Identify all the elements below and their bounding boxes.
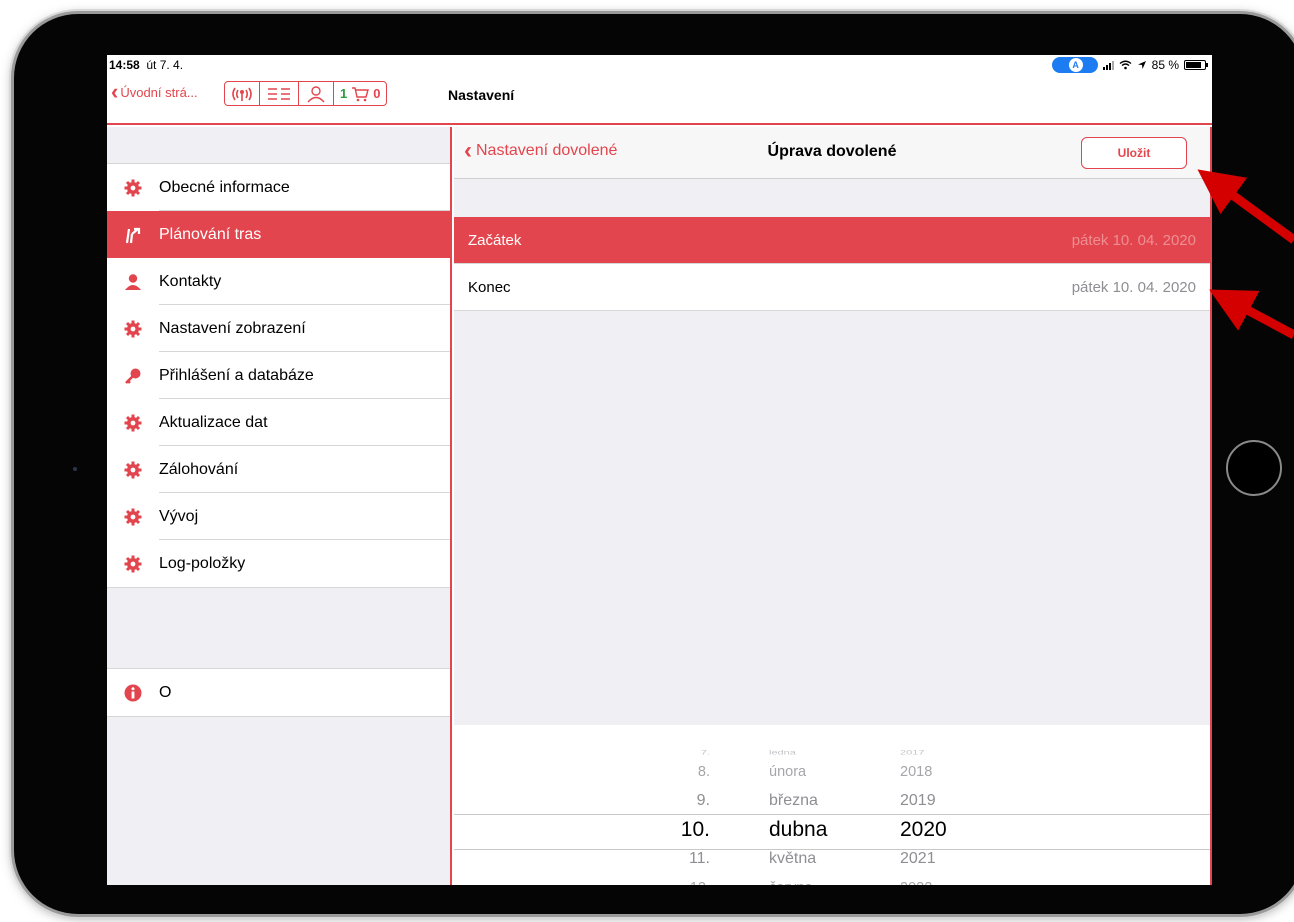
camera-icon [73,467,77,471]
start-date-value: pátek 10. 04. 2020 [1071,231,1196,249]
gear-icon [107,414,159,432]
start-date-label: Začátek [468,231,522,249]
picker-month: února [769,764,807,780]
top-navigation-bar: ‹ Úvodní strá... 1 0 Nastavení [107,77,1212,125]
person-icon [107,273,159,291]
route-icon [107,226,159,244]
chevron-left-icon: ‹ [111,79,119,104]
picker-month: dubna [769,818,828,841]
location-badge: A [1068,58,1083,72]
battery-icon [1184,60,1208,70]
cart-green-count: 1 [340,86,348,101]
sidebar-item-general[interactable]: Obecné informace [107,164,450,211]
gear-icon [107,461,159,479]
toolbar-group: 1 0 [224,81,388,106]
picker-year: 2017 [900,749,925,757]
info-icon [107,684,159,702]
sidebar-item-about[interactable]: O [107,669,450,716]
gear-icon [107,179,159,197]
date-rows: Začátek pátek 10. 04. 2020 Konec pátek 1… [454,217,1210,311]
save-button[interactable]: Uložit [1081,137,1187,169]
picker-row[interactable]: 9. března 2019 [454,788,1210,814]
end-date-value: pátek 10. 04. 2020 [1071,278,1196,296]
picker-year: 2021 [900,850,936,867]
signal-icon [1102,60,1114,70]
sidebar-item-display-settings[interactable]: Nastavení zobrazení [107,305,450,352]
picker-month: května [769,850,817,867]
sidebar-item-label: Nastavení zobrazení [159,319,306,337]
list-icon [268,87,290,100]
picker-month: ledna [769,749,796,757]
broadcast-button[interactable] [225,82,260,105]
sidebar-item-label: Plánování tras [159,225,262,243]
start-date-row[interactable]: Začátek pátek 10. 04. 2020 [454,217,1210,264]
picker-year: 2020 [900,818,947,841]
location-pill-icon: A [1051,57,1098,73]
picker-day: 7. [700,749,710,757]
status-clock: 14:58 út 7. 4. [109,58,183,72]
location-arrow-icon [1137,61,1146,69]
picker-day: 9. [696,792,710,809]
person-icon [307,85,325,102]
sidebar-item-label: Kontakty [159,272,222,290]
picker-row[interactable]: 12. června 2022 [454,875,1210,885]
sidebar-item-label: Vývoj [159,507,199,525]
wifi-icon [1119,60,1132,70]
sidebar-group-main: Obecné informace Plánování tras Kontakty… [107,163,450,588]
key-icon [107,367,159,385]
picker-day: 12. [690,875,710,885]
picker-row[interactable]: 10. dubna 2020 [454,817,1210,843]
cart-red-count: 0 [373,86,381,101]
picker-day: 11. [688,850,710,867]
picker-month: června [769,875,813,885]
sidebar-item-route-planning[interactable]: Plánování tras [107,211,450,258]
date-picker[interactable]: 7. ledna 2017 8. února 2018 9. března 2019 10. dub… [454,725,1210,885]
back-home-button[interactable]: ‹ Úvodní strá... [111,79,198,104]
gear-icon [107,555,159,573]
battery-percent: 85 % [1151,58,1179,72]
sidebar-item-data-update[interactable]: Aktualizace dat [107,399,450,446]
sidebar-item-log-entries[interactable]: Log-položky [107,540,450,587]
picker-row[interactable]: 8. února 2018 [454,759,1210,785]
gear-icon [107,320,159,338]
sidebar-item-label: O [159,683,172,701]
cart-icon [352,86,370,101]
detail-header: ‹ Nastavení dovolené Úprava dovolené Ulo… [454,127,1210,179]
picker-year: 2022 [900,875,932,885]
end-date-row[interactable]: Konec pátek 10. 04. 2020 [454,264,1210,311]
picker-row[interactable]: 7. ledna 2017 [454,746,1210,760]
sidebar-item-label: Zálohování [159,460,239,478]
picker-row[interactable]: 11. května 2021 [454,846,1210,872]
picker-year: 2018 [900,764,933,780]
sidebar-item-backup[interactable]: Zálohování [107,446,450,493]
picker-month: března [769,792,818,809]
page-title: Nastavení [448,87,515,103]
sidebar-item-label: Přihlášení a databáze [159,366,314,384]
detail-pane: ‹ Nastavení dovolené Úprava dovolené Ulo… [454,127,1212,885]
status-bar: 14:58 út 7. 4. A 85 % [107,55,1212,77]
sidebar-item-login-database[interactable]: Přihlášení a databáze [107,352,450,399]
sidebar-item-label: Log-položky [159,554,246,572]
sidebar-group-about: O [107,668,450,717]
back-home-label: Úvodní strá... [120,84,198,100]
sidebar-item-contacts[interactable]: Kontakty [107,258,450,305]
home-button[interactable] [1226,440,1282,496]
gear-icon [107,508,159,526]
list-button[interactable] [260,82,299,105]
cart-button[interactable]: 1 0 [334,82,386,105]
sidebar-item-label: Aktualizace dat [159,413,268,431]
picker-day: 10. [680,818,710,841]
sidebar-item-development[interactable]: Vývoj [107,493,450,540]
screen: 14:58 út 7. 4. A 85 % ‹ Úvodní strá... 1… [107,55,1212,885]
status-time: 14:58 [109,58,140,72]
profile-button[interactable] [299,82,334,105]
broadcast-icon [232,87,252,101]
status-date: út 7. 4. [146,58,184,72]
picker-day: 8. [697,764,710,780]
settings-sidebar: Obecné informace Plánování tras Kontakty… [107,127,452,885]
picker-year: 2019 [900,792,936,809]
status-indicators: A 85 % [1051,57,1208,73]
end-date-label: Konec [468,278,511,296]
sidebar-item-label: Obecné informace [159,178,290,196]
